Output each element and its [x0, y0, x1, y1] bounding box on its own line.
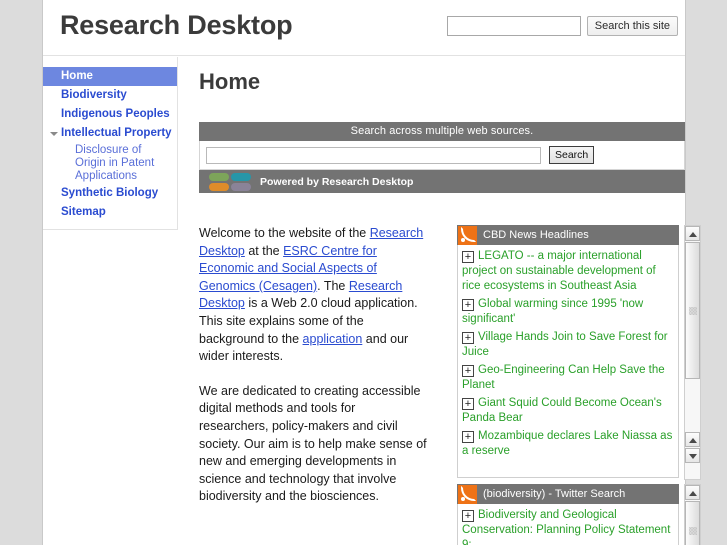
scroll-down-button[interactable] — [685, 448, 700, 463]
site-search-input[interactable] — [446, 16, 581, 36]
feed-item-title: LEGATO -- a major international project … — [462, 250, 656, 292]
feed-item[interactable]: + Geo-Engineering Can Help Save the Plane… — [462, 363, 673, 393]
intro-text-run: at the — [244, 243, 284, 258]
rss-icon — [458, 225, 477, 245]
sidebar-item-indigenous-peoples[interactable]: Indigenous Peoples — [43, 105, 177, 124]
brand-logo-icon — [209, 172, 251, 191]
expand-item-button[interactable]: + — [462, 431, 474, 443]
main-column: Home Search across multiple web sources.… — [179, 57, 701, 545]
feed-item-title: Biodiversity and Geological Conservation… — [462, 509, 671, 545]
page-root: Research Desktop Search this site Home B… — [0, 0, 727, 545]
feed-item[interactable]: + Mozambique declares Lake Niassa as a re… — [462, 429, 673, 459]
sidebar-subitem-disclosure-of-origin[interactable]: Disclosure of Origin in Patent Applicati… — [43, 143, 177, 184]
sidebar-item-label: Intellectual Property — [61, 127, 172, 139]
feed-item-title: Global warming since 1995 'now significa… — [462, 298, 644, 325]
intro-paragraph-2: We are dedicated to creating accessible … — [199, 383, 427, 504]
feed-item[interactable]: + Biodiversity and Geological Conservatio… — [462, 508, 673, 545]
feed-item[interactable]: + Global warming since 1995 'now signific… — [462, 297, 673, 327]
feed-item[interactable]: + LEGATO -- a major international project… — [462, 249, 673, 294]
feed-title: (biodiversity) - Twitter Search — [483, 488, 626, 500]
expand-item-button[interactable]: + — [462, 398, 474, 410]
feed-widget-twitter-search: (biodiversity) - Twitter Search + Biodive… — [457, 484, 701, 545]
sidebar-item-label: Home — [61, 70, 93, 82]
site-search-button[interactable]: Search this site — [586, 16, 678, 36]
web-search-button[interactable]: Search — [549, 146, 595, 164]
sidebar-item-label: Indigenous Peoples — [61, 108, 170, 120]
feed-scrollbar[interactable] — [684, 484, 701, 545]
feed-item[interactable]: + Giant Squid Could Become Ocean's Panda … — [462, 396, 673, 426]
sidebar-nav: Home Biodiversity Indigenous Peoples Int… — [43, 57, 178, 230]
feed-widget-cbd-news: CBD News Headlines + LEGATO -- a major in… — [457, 225, 701, 480]
expand-item-button[interactable]: + — [462, 365, 474, 377]
chevron-down-icon[interactable] — [50, 132, 58, 136]
scroll-up-button-lower[interactable] — [685, 432, 700, 447]
sidebar-subitem-label: Disclosure of Origin in Patent Applicati… — [75, 144, 155, 182]
feed-title: CBD News Headlines — [483, 229, 589, 241]
intro-text-run: Welcome to the website of the — [199, 226, 370, 240]
content-area: Research Desktop Search this site Home B… — [42, 0, 701, 545]
intro-paragraph-1: Welcome to the website of the Research D… — [199, 225, 427, 366]
intro-link[interactable]: application — [303, 332, 363, 346]
feed-item-title: Giant Squid Could Become Ocean's Panda B… — [462, 397, 662, 424]
sidebar-item-intellectual-property[interactable]: Intellectual Property — [43, 124, 177, 143]
feed-item-list[interactable]: + LEGATO -- a major international project… — [457, 245, 679, 478]
logo-tile-orange — [209, 182, 229, 191]
scroll-up-button[interactable] — [685, 485, 700, 500]
expand-item-button[interactable]: + — [462, 251, 474, 263]
gadget-header-label: Search across multiple web sources. — [199, 122, 685, 141]
sidebar-item-label: Sitemap — [61, 206, 106, 218]
site-search: Search this site — [446, 16, 678, 36]
scrollbar-thumb[interactable] — [685, 242, 700, 379]
sidebar-item-synthetic-biology[interactable]: Synthetic Biology — [43, 184, 177, 203]
feed-header: CBD News Headlines — [457, 225, 679, 245]
page-title: Home — [199, 69, 261, 94]
expand-item-button[interactable]: + — [462, 510, 474, 522]
site-header: Research Desktop Search this site — [43, 0, 685, 56]
logo-tile-purple — [231, 182, 251, 191]
web-search-input[interactable] — [206, 146, 541, 164]
feed-item-title: Geo-Engineering Can Help Save the Planet — [462, 364, 665, 391]
intro-text-run: . The — [317, 278, 349, 293]
sidebar-item-label: Biodiversity — [61, 89, 127, 101]
scroll-up-button[interactable] — [685, 226, 700, 241]
expand-item-button[interactable]: + — [462, 299, 474, 311]
feed-scrollbar[interactable] — [684, 225, 701, 480]
rss-icon — [458, 484, 477, 504]
gadget-footer-label: Powered by Research Desktop — [260, 175, 414, 188]
feed-item[interactable]: + Village Hands Join to Save Forest for J… — [462, 330, 673, 360]
gadget-search-row: Search — [199, 141, 685, 170]
sidebar-item-biodiversity[interactable]: Biodiversity — [43, 86, 177, 105]
gadget-footer: Powered by Research Desktop — [199, 170, 685, 193]
feed-item-title: Mozambique declares Lake Niassa as a res… — [462, 430, 673, 457]
feed-header: (biodiversity) - Twitter Search — [457, 484, 679, 504]
site-title: Research Desktop — [60, 10, 293, 40]
feed-item-title: Village Hands Join to Save Forest for Ju… — [462, 331, 668, 358]
web-search-gadget: Search across multiple web sources. Sear… — [199, 122, 685, 193]
feed-item-list[interactable]: + Biodiversity and Geological Conservatio… — [457, 504, 679, 545]
scrollbar-thumb[interactable] — [685, 501, 700, 545]
sidebar-item-label: Synthetic Biology — [61, 187, 159, 199]
sidebar-item-home[interactable]: Home — [43, 67, 177, 86]
intro-text: Welcome to the website of the Research D… — [199, 225, 427, 523]
expand-item-button[interactable]: + — [462, 332, 474, 344]
logo-tile-green — [209, 172, 229, 181]
logo-tile-teal — [231, 172, 251, 181]
sidebar-item-sitemap[interactable]: Sitemap — [43, 203, 177, 222]
